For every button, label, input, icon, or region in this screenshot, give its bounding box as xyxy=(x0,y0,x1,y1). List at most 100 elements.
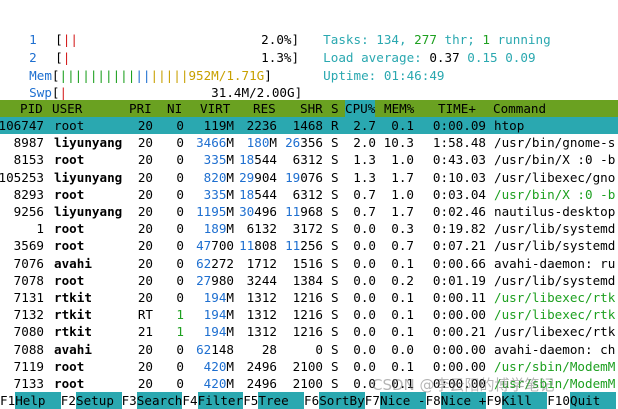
cell-ni: 0 xyxy=(176,272,184,288)
cell-res: 18544 xyxy=(239,186,277,202)
cell-res: 18544 xyxy=(239,152,277,168)
process-row[interactable]: 7076 avahi 20 0 62272 1712 1516 S 0.0 0.1 0:00.66 a… xyxy=(0,255,618,272)
cell-virt: 27980 xyxy=(196,272,234,288)
col-pid[interactable]: PID xyxy=(20,100,43,117)
process-row[interactable]: 7080 rtkit 21 1 194M 1312 1216 S 0.0 0.1 0:00.21/u… xyxy=(0,323,618,340)
cell-cpu: 0.0 xyxy=(353,358,376,374)
cell-ni: 0 xyxy=(176,255,184,271)
cell-s: S xyxy=(331,204,339,219)
process-row[interactable]: 7078 root 20 0 27980 3244 1384 S 0.0 0.2 0:01.19/u… xyxy=(0,272,618,289)
cell-virt: 335M xyxy=(203,186,234,202)
cell-time: 0:00.21 xyxy=(432,324,486,340)
fkey-f1[interactable]: F1 xyxy=(0,392,16,409)
cell-mem: 0.3 xyxy=(391,221,414,237)
cell-pri: 20 xyxy=(137,204,153,219)
process-row[interactable]: 105253 liyunyang 20 0 820M 29904 19076 S 1.3 1.7 0… xyxy=(0,169,618,186)
fkey-f3[interactable]: F3 xyxy=(121,392,137,409)
cpu1-meter: 1 xyxy=(14,14,37,47)
col-time[interactable]: TIME+ xyxy=(438,100,476,117)
fkey-f6[interactable]: F6 xyxy=(304,392,320,409)
cell-mem: 10.3 xyxy=(383,135,414,151)
process-row[interactable]: 1 root 20 0 189M 6132 3172 S 0.0 0.3 0:19.82/usr/l… xyxy=(0,220,618,237)
cell-cpu: 0.0 xyxy=(353,290,376,305)
cell-virt: 420M xyxy=(203,358,234,374)
col-virt[interactable]: VIRT xyxy=(200,100,230,117)
process-row[interactable]: 8153 root 20 0 335M 18544 6312 S 1.3 1.0 0:43.03/u… xyxy=(0,151,618,168)
cell-time: 0:19.82 xyxy=(432,221,486,237)
cell-mem: 0.1 xyxy=(391,307,414,323)
cell-cpu: 0.0 xyxy=(353,324,376,340)
fkey-label-tree[interactable]: Tree xyxy=(258,392,304,409)
cell-mem: 1.7 xyxy=(391,204,414,219)
cell-user: rtkit xyxy=(54,307,92,323)
cell-pid: 8293 xyxy=(13,186,44,202)
fkey-label-filter[interactable]: Filter xyxy=(197,392,244,409)
cell-pid: 7088 xyxy=(13,341,44,357)
fkey-label-help[interactable]: Help xyxy=(15,392,61,409)
cell-cmd: /usr/libexec/rtk xyxy=(494,307,616,323)
process-row[interactable]: 7131 rtkit 20 0 194M 1312 1216 S 0.0 0.1 0:00.11/u… xyxy=(0,289,618,306)
process-row[interactable]: 8987 liyunyang 20 0 3466M 180M 26356 S 2.0 10.3 1:… xyxy=(0,134,618,151)
cell-pid: 7131 xyxy=(13,290,44,305)
col-cpu[interactable]: CPU% xyxy=(345,100,376,117)
cell-mem: 0.7 xyxy=(391,238,414,254)
cell-cmd: /usr/lib/systemd xyxy=(494,272,616,288)
cell-pid: 8153 xyxy=(13,152,44,168)
process-row[interactable]: 7132 rtkit RT 1 194M 1312 1216 S 0.0 0.1 0:00.00/u… xyxy=(0,306,618,323)
cell-s: S xyxy=(331,324,339,340)
col-state[interactable]: S xyxy=(331,100,339,117)
cell-user: root xyxy=(54,272,85,288)
process-row[interactable]: 7088 avahi 20 0 62148 28 0 S 0.0 0.0 0:00.00 avahi-… xyxy=(0,341,618,358)
cell-pri: 20 xyxy=(137,376,153,391)
cell-pid: 8987 xyxy=(13,135,44,151)
cell-res: 2496 xyxy=(246,358,277,374)
cell-mem: 1.0 xyxy=(391,152,414,168)
fkey-f5[interactable]: F5 xyxy=(243,392,259,409)
cell-ni: 0 xyxy=(176,152,184,168)
process-row[interactable]: 8293 root 20 0 335M 18544 6312 S 0.7 1.0 0:03.04/u… xyxy=(0,186,618,203)
fkey-f4[interactable]: F4 xyxy=(182,392,198,409)
load-line: Load average: 0.37 0.15 0.09 xyxy=(308,32,535,65)
cell-shr: 19076 xyxy=(285,169,323,185)
col-user[interactable]: USER xyxy=(52,100,82,117)
fkey-f2[interactable]: F2 xyxy=(60,392,76,409)
process-row[interactable]: 9256 liyunyang 20 0 1195M 30496 11968 S 0.7 1.7 0:… xyxy=(0,203,618,220)
swp-meter: Swp[| 31.4M/2.00G] xyxy=(29,85,303,100)
cell-cmd: /usr/libexec/gno xyxy=(494,169,616,185)
cell-res: 3244 xyxy=(246,272,277,288)
watermark: CSDN @李云阳的博学笔记 xyxy=(372,376,555,394)
cell-res: 6132 xyxy=(246,221,277,237)
swp-label: Swp xyxy=(29,85,52,100)
cell-time: 0:00.00 xyxy=(432,358,486,374)
col-shr[interactable]: SHR xyxy=(300,100,323,117)
cell-user: root xyxy=(54,376,85,391)
cell-user: root xyxy=(54,358,85,374)
uptime-line: Uptime: 01:46:49 xyxy=(308,50,444,83)
col-res[interactable]: RES xyxy=(253,100,276,117)
cell-pid: 7076 xyxy=(13,255,44,271)
cell-cpu: 2.0 xyxy=(353,135,376,151)
load-5min: 0.15 xyxy=(467,50,498,65)
process-row[interactable]: 7119 root 20 0 420M 2496 2100 S 0.0 0.1 0:00.00/us… xyxy=(0,358,618,375)
cell-s: S xyxy=(331,307,339,323)
col-pri[interactable]: PRI xyxy=(129,100,152,117)
cell-s: S xyxy=(331,255,339,271)
fkey-label-setup[interactable]: Setup xyxy=(76,392,122,409)
cell-mem: 0.0 xyxy=(391,341,414,357)
process-row[interactable]: 106747 root 20 0 119M 2236 1468 R 2.7 0.1 0:00.09 h… xyxy=(0,117,618,134)
tasks-line: Tasks: 134, 277 thr; 1 running xyxy=(308,14,551,47)
cell-pid: 7119 xyxy=(13,358,44,374)
process-row[interactable]: 3569 root 20 0 47700 11808 11256 S 0.0 0.7 0:07.21… xyxy=(0,237,618,254)
fkey-label-sortby[interactable]: SortBy xyxy=(319,392,365,409)
cell-pri: 20 xyxy=(137,186,153,202)
col-command[interactable]: Command xyxy=(493,100,546,117)
cell-res: 28 xyxy=(261,341,277,357)
col-mem[interactable]: MEM% xyxy=(384,100,414,117)
cell-cpu: 2.7 xyxy=(353,118,376,133)
cell-virt: 189M xyxy=(203,221,234,237)
fkey-label-quit[interactable]: Quit xyxy=(570,392,616,409)
fkey-label-search[interactable]: Search xyxy=(136,392,183,409)
col-ni[interactable]: NI xyxy=(167,100,182,117)
cell-virt: 119M xyxy=(203,118,234,133)
cell-virt: 47700 xyxy=(196,238,234,254)
